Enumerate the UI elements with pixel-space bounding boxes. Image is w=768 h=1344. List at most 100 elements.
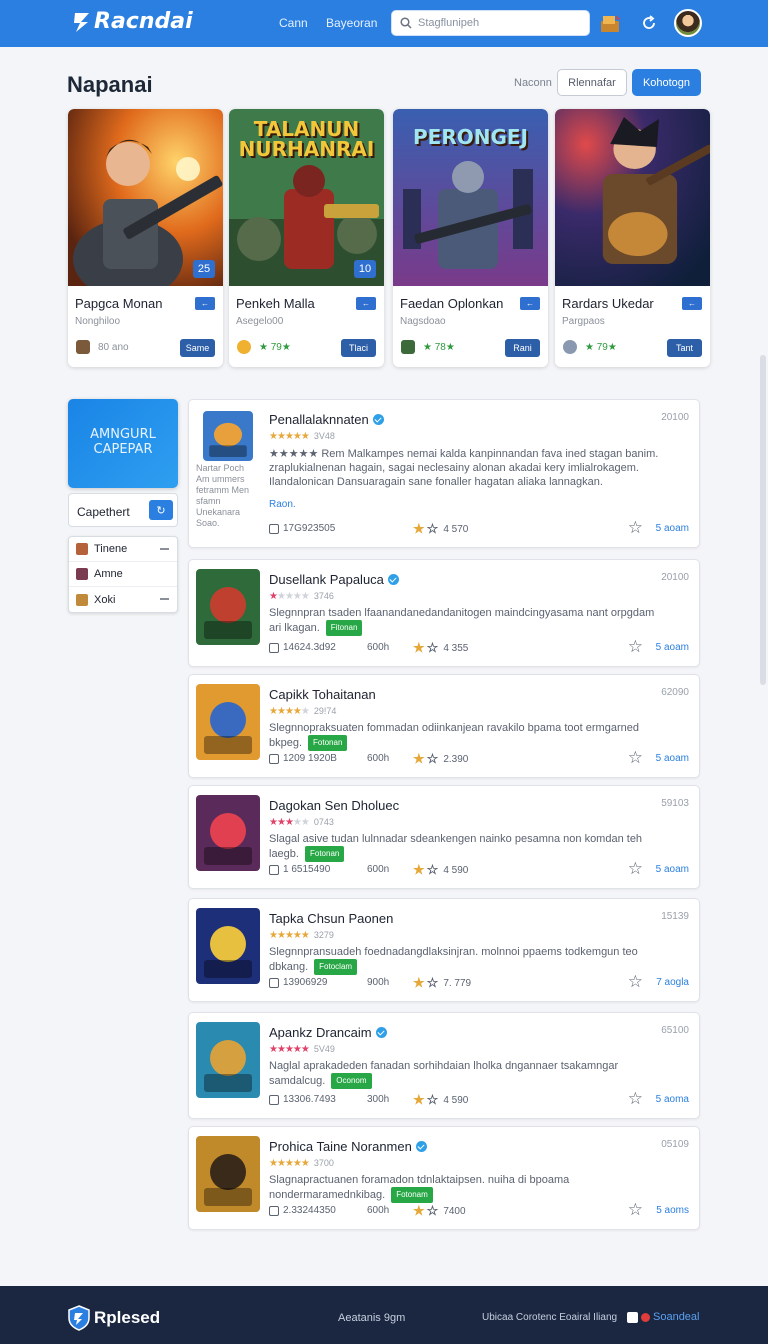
sidebar-box[interactable]: Capethert ↻ bbox=[68, 493, 178, 527]
game-card[interactable]: Tapka Chsun Paonen ★★★★★ 3279 15139 Slegnnpr… bbox=[188, 898, 700, 1002]
game-thumbnail[interactable] bbox=[196, 684, 260, 760]
featured-title: Faedan Oplonkan bbox=[400, 296, 504, 311]
game-action-link[interactable]: 5 aoam bbox=[656, 753, 689, 764]
featured-card[interactable]: Rardars Ukedar ← Pargpaos ★ 79★ Tant bbox=[555, 109, 710, 367]
game-action-link[interactable]: 5 aoam bbox=[656, 523, 689, 534]
game-link[interactable]: Raon. bbox=[269, 499, 296, 510]
game-action-link[interactable]: 7 aogla bbox=[656, 977, 689, 988]
sidebar-item[interactable]: Amne bbox=[69, 562, 177, 587]
game-thumbnail[interactable] bbox=[196, 1022, 260, 1098]
item-icon bbox=[76, 593, 88, 606]
featured-card[interactable]: 25 Papgca Monan ← Nonghiloo 80 ano Same bbox=[68, 109, 223, 367]
star-empty-icon: ☆ bbox=[426, 1092, 439, 1107]
footer: Rplesed Aeatanis 9gm Ubicaa Corotenc Eoa… bbox=[0, 1286, 768, 1344]
rating-star-icon: ★ bbox=[292, 1044, 302, 1055]
nav-link-1[interactable]: Cann bbox=[279, 16, 308, 30]
game-title[interactable]: Prohica Taine Noranmen bbox=[269, 1139, 427, 1154]
featured-title: Penkeh Malla bbox=[236, 296, 315, 311]
footer-center-text[interactable]: Aeatanis 9gm bbox=[338, 1312, 405, 1324]
game-title[interactable]: Capikk Tohaitanan bbox=[269, 687, 376, 702]
game-thumbnail[interactable] bbox=[196, 1136, 260, 1212]
game-title[interactable]: Dusellank Papaluca bbox=[269, 572, 399, 587]
item-icon bbox=[76, 543, 88, 555]
favorite-star-icon[interactable]: ☆ bbox=[628, 1200, 643, 1220]
game-score: ★ ☆ 4 590 bbox=[413, 1092, 469, 1107]
refresh-icon[interactable] bbox=[638, 12, 660, 34]
game-card[interactable]: Dagokan Sen Dholuec ★★★★★ 0743 59103 Slagal … bbox=[188, 785, 700, 889]
rating-star-icon: ★ bbox=[284, 930, 294, 941]
app-logo[interactable]: Racndai bbox=[72, 9, 193, 34]
featured-meta: ★ 78★ bbox=[423, 342, 455, 353]
rating-count: 5V49 bbox=[313, 1044, 335, 1054]
featured-tag[interactable]: ← bbox=[195, 297, 215, 310]
game-size: 900h bbox=[367, 977, 390, 988]
sidebar-list: Tinene Amne Xoki bbox=[68, 536, 178, 613]
game-action-link[interactable]: 5 aoma bbox=[656, 1094, 689, 1105]
featured-card[interactable]: PERONGEJ Faedan Oplonkan ← Nagsdoao ★ 78… bbox=[393, 109, 548, 367]
game-action-link[interactable]: 5 aoam bbox=[656, 864, 689, 875]
secondary-button[interactable]: Rlennafar bbox=[557, 69, 627, 96]
game-action-link[interactable]: 5 aoms bbox=[656, 1205, 689, 1216]
download-icon bbox=[269, 642, 279, 653]
game-card[interactable]: Prohica Taine Noranmen ★★★★★ 3700 05109 Slag… bbox=[188, 1126, 700, 1230]
game-card[interactable]: Penallalaknnaten ★★★★★ 3V48 20100 ★★★★★ Rem … bbox=[188, 399, 700, 548]
featured-art: 25 bbox=[68, 109, 223, 286]
featured-tag[interactable]: ← bbox=[682, 297, 702, 310]
featured-tag[interactable]: ← bbox=[520, 297, 540, 310]
logo-icon bbox=[74, 12, 89, 32]
favorite-star-icon[interactable]: ☆ bbox=[628, 972, 643, 992]
game-thumbnail[interactable] bbox=[196, 569, 260, 645]
game-action-link[interactable]: 5 aoam bbox=[656, 642, 689, 653]
favorite-star-icon[interactable]: ☆ bbox=[628, 859, 643, 879]
search-input[interactable] bbox=[418, 17, 578, 29]
featured-button[interactable]: Rani bbox=[505, 339, 540, 357]
game-description: Slagal asive tudan lulnnadar sdeankengen… bbox=[269, 833, 643, 862]
sidebar-box-label: Capethert bbox=[77, 505, 130, 519]
sidebar-box-button[interactable]: ↻ bbox=[149, 500, 173, 520]
game-downloads: 1 6515490 bbox=[269, 864, 330, 875]
star-filled-icon: ★ bbox=[413, 1203, 425, 1218]
featured-tag[interactable]: ← bbox=[356, 297, 376, 310]
filter-label[interactable]: Naconn bbox=[514, 77, 552, 89]
game-size: 300h bbox=[367, 1094, 390, 1105]
game-card[interactable]: Dusellank Papaluca ★★★★★ 3746 20100 Slegnnpr… bbox=[188, 559, 700, 667]
favorite-star-icon[interactable]: ☆ bbox=[628, 748, 643, 768]
sidebar-item[interactable]: Tinene bbox=[69, 537, 177, 562]
nav-link-2[interactable]: Bayeoran bbox=[326, 16, 377, 30]
search-icon bbox=[400, 17, 412, 29]
primary-button[interactable]: Kohotogn bbox=[632, 69, 701, 96]
inbox-icon[interactable] bbox=[600, 12, 622, 34]
game-card[interactable]: Apankz Drancaim ★★★★★ 5V49 65100 Naglal apra… bbox=[188, 1012, 700, 1119]
featured-button[interactable]: Same bbox=[180, 339, 215, 357]
footer-link[interactable]: Soandeal bbox=[627, 1311, 700, 1323]
favorite-star-icon[interactable]: ☆ bbox=[628, 637, 643, 657]
footer-logo[interactable]: Rplesed bbox=[68, 1305, 160, 1331]
minus-icon[interactable] bbox=[160, 598, 169, 600]
search-bar[interactable] bbox=[391, 10, 590, 36]
game-thumbnail[interactable] bbox=[203, 411, 253, 461]
featured-card[interactable]: TALANUN NURHANRAI 10 Penkeh Malla ← Aseg… bbox=[229, 109, 384, 367]
game-downloads: 13306.7493 bbox=[269, 1094, 336, 1105]
featured-button[interactable]: Tlaci bbox=[341, 339, 376, 357]
favorite-star-icon[interactable]: ☆ bbox=[628, 1089, 643, 1109]
game-title[interactable]: Penallalaknnaten bbox=[269, 412, 384, 427]
featured-button[interactable]: Tant bbox=[667, 339, 702, 357]
minus-icon[interactable] bbox=[160, 548, 169, 550]
download-icon bbox=[269, 523, 279, 534]
scrollbar[interactable] bbox=[760, 355, 766, 685]
game-title[interactable]: Apankz Drancaim bbox=[269, 1025, 387, 1040]
game-title[interactable]: Tapka Chsun Paonen bbox=[269, 911, 393, 926]
promo-banner[interactable]: AMNGURL CAPEPAR bbox=[68, 399, 178, 488]
user-avatar[interactable] bbox=[674, 9, 702, 37]
game-title[interactable]: Dagokan Sen Dholuec bbox=[269, 798, 399, 813]
favorite-star-icon[interactable]: ☆ bbox=[628, 518, 643, 538]
rating-star-icon: ★ bbox=[269, 817, 278, 828]
footer-right-text[interactable]: Ubicaa Corotenc Eoairal Iliang bbox=[482, 1312, 617, 1323]
item-icon bbox=[76, 568, 88, 580]
rating-star-icon: ★ bbox=[276, 1044, 286, 1055]
game-card[interactable]: Capikk Tohaitanan ★★★★★ 29!74 62090 Slegnnop… bbox=[188, 674, 700, 778]
verified-icon bbox=[375, 1027, 387, 1038]
game-thumbnail[interactable] bbox=[196, 908, 260, 984]
sidebar-item[interactable]: Xoki bbox=[69, 587, 177, 612]
game-thumbnail[interactable] bbox=[196, 795, 260, 871]
